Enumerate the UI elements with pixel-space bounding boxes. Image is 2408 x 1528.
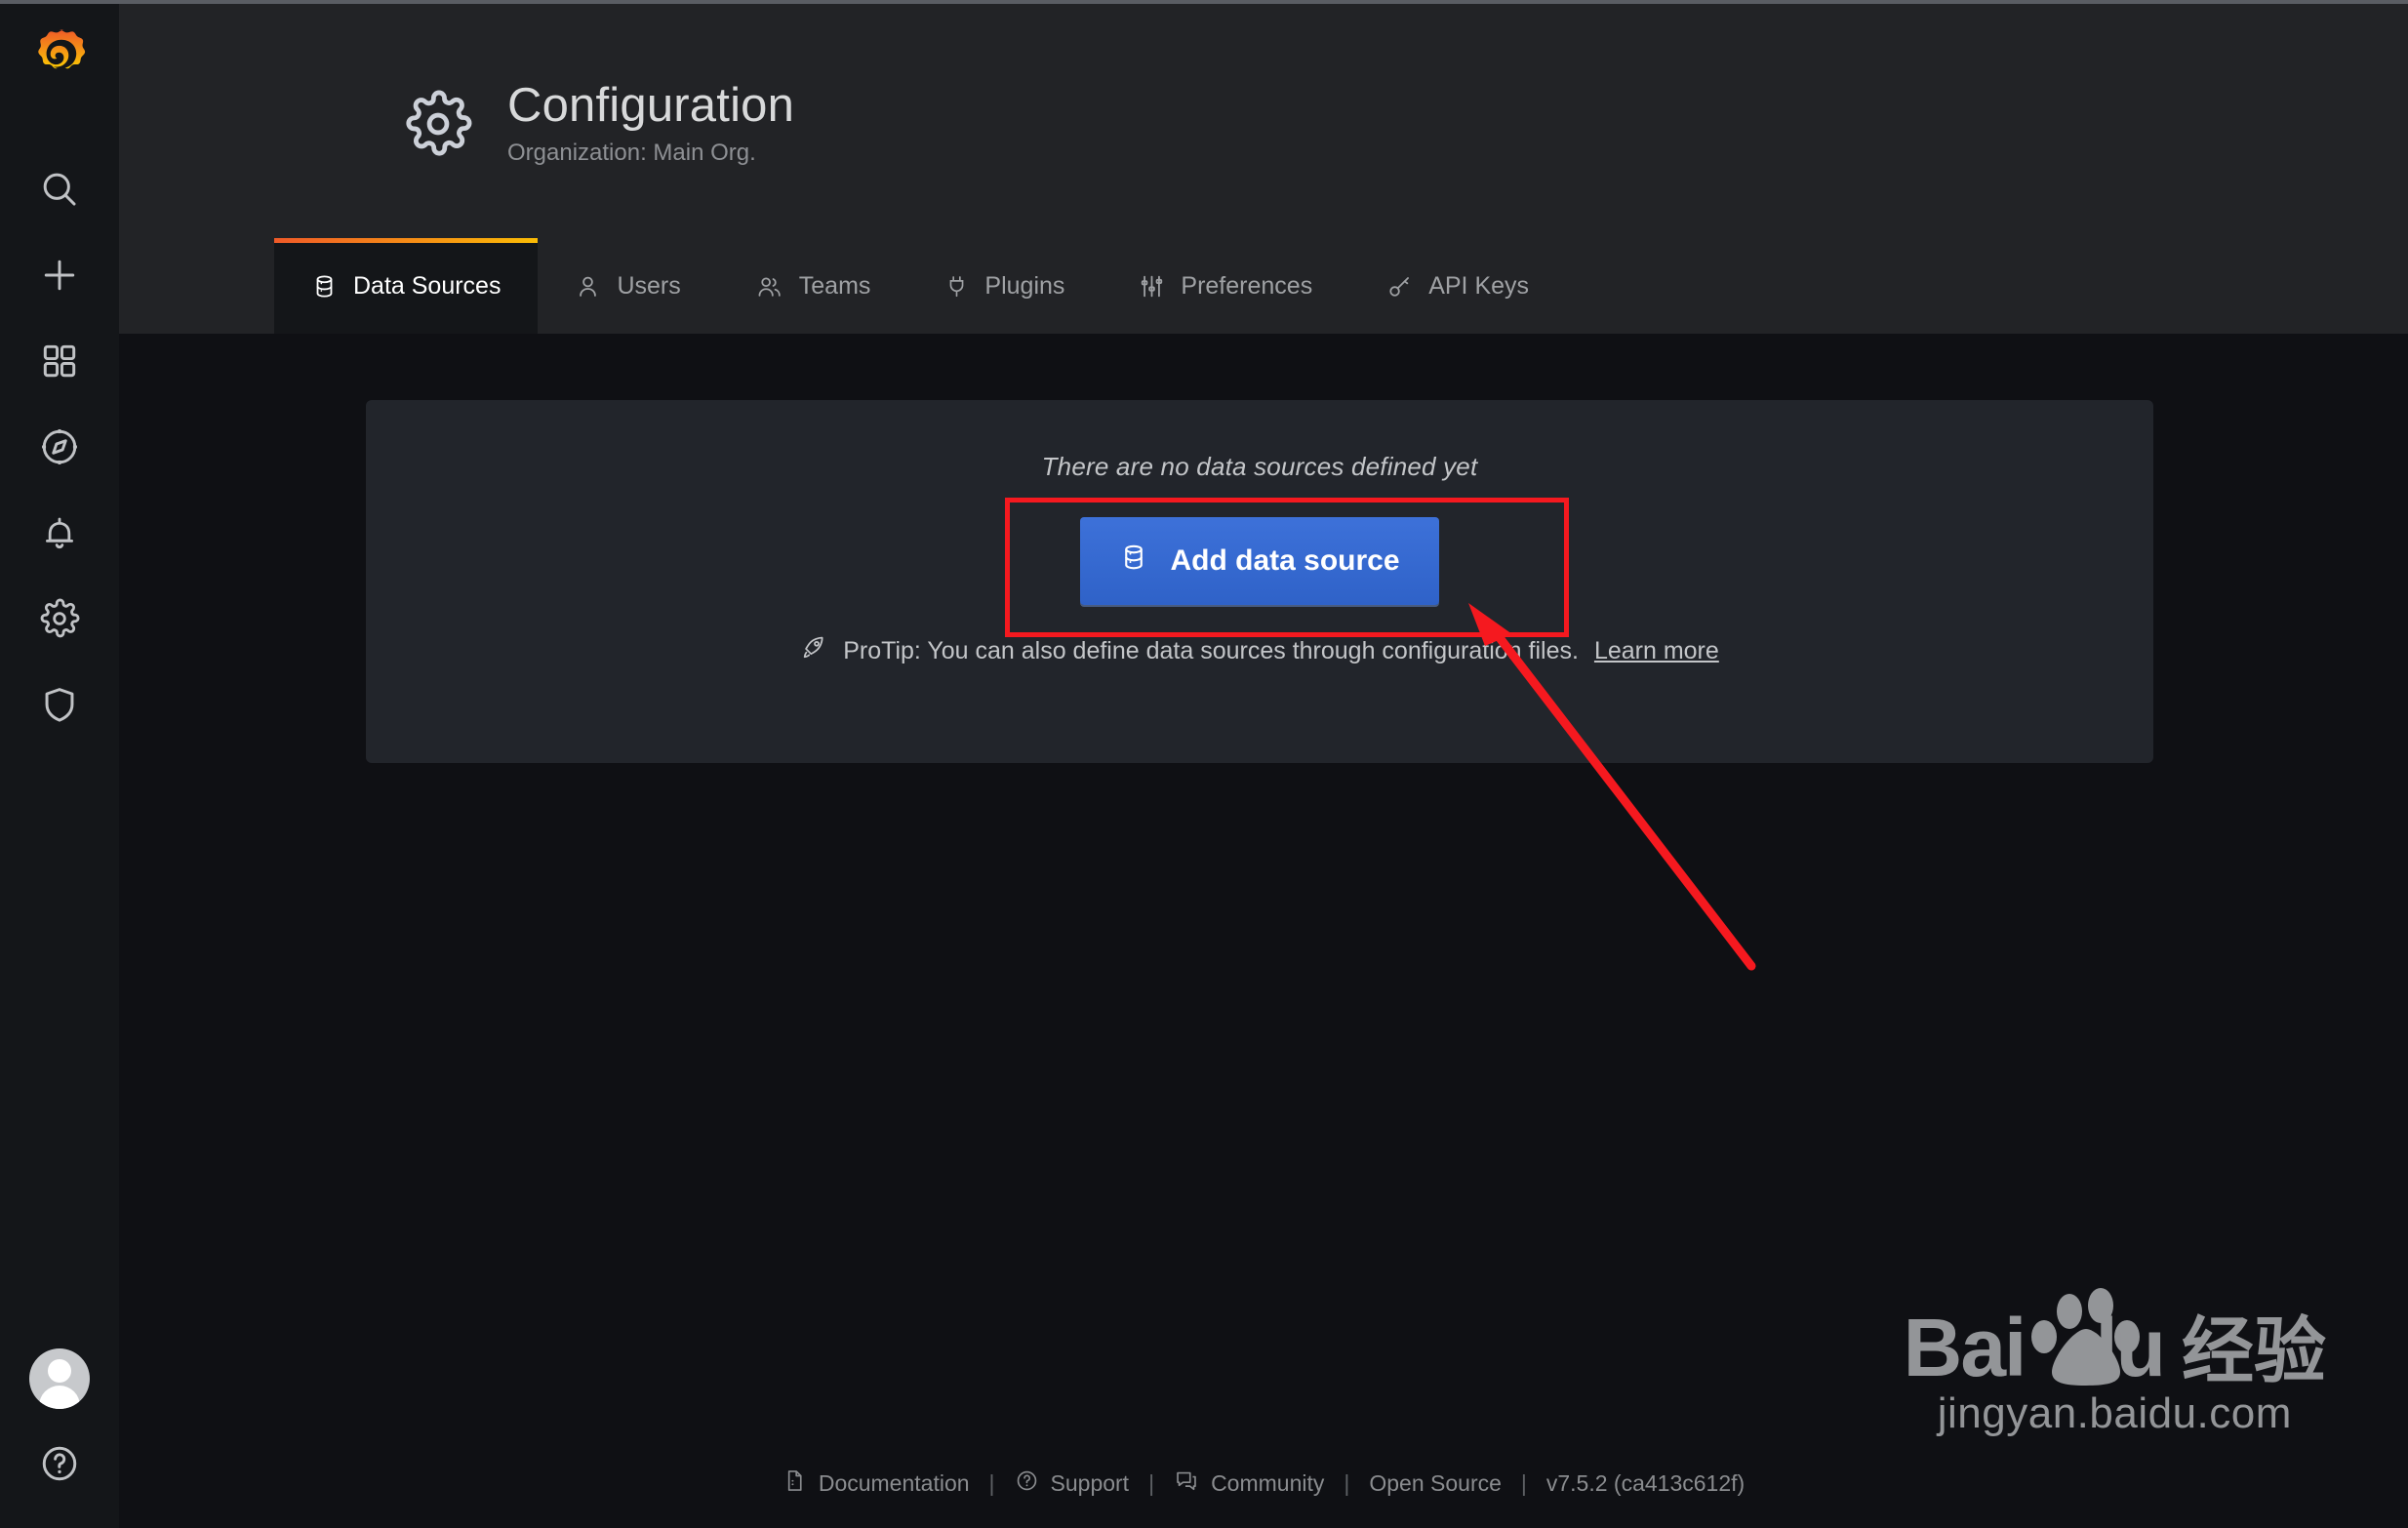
- page-subtitle: Organization: Main Org.: [507, 139, 756, 166]
- users-alt-icon: [755, 273, 783, 300]
- footer-link-label: Support: [1050, 1470, 1130, 1496]
- grafana-logo[interactable]: [28, 25, 91, 88]
- page-footer: Documentation | Support | Community | Op…: [119, 1468, 2408, 1499]
- add-data-source-label: Add data source: [1170, 544, 1400, 577]
- footer-link-community[interactable]: Community: [1158, 1468, 1340, 1499]
- gear-icon: [402, 88, 474, 160]
- key-icon: [1386, 273, 1413, 300]
- sidebar-item-explore[interactable]: [0, 404, 119, 490]
- tab-label: Users: [617, 271, 681, 300]
- sidebar-item-server-admin[interactable]: [0, 662, 119, 747]
- footer-separator: |: [1344, 1470, 1350, 1496]
- main-content: There are no data sources defined yet Ad…: [119, 334, 2408, 1528]
- footer-link-label: Open Source: [1369, 1470, 1502, 1496]
- page-header: Configuration Organization: Main Org. Da…: [119, 4, 2408, 334]
- question-circle-icon[interactable]: [32, 1436, 87, 1491]
- sidebar-nav-list: [0, 146, 119, 747]
- footer-link-documentation[interactable]: Documentation: [767, 1468, 985, 1499]
- protip-learn-more-link[interactable]: Learn more: [1594, 637, 1719, 665]
- sidebar-item-alerting[interactable]: [0, 490, 119, 576]
- footer-link-support[interactable]: Support: [999, 1468, 1145, 1499]
- tab-plugins[interactable]: Plugins: [907, 238, 1102, 334]
- grafana-app-window: Configuration Organization: Main Org. Da…: [0, 0, 2408, 1528]
- sidebar-bottom-section: [29, 1348, 90, 1528]
- database-icon: [311, 273, 338, 300]
- tab-label: API Keys: [1428, 271, 1530, 300]
- footer-link-label: Documentation: [818, 1470, 970, 1496]
- add-data-source-button[interactable]: Add data source: [1080, 517, 1439, 605]
- plug-icon: [944, 273, 969, 300]
- rocket-icon: [800, 634, 827, 668]
- data-sources-empty-panel: There are no data sources defined yet Ad…: [366, 400, 2153, 763]
- tab-label: Teams: [798, 271, 871, 300]
- tab-preferences[interactable]: Preferences: [1102, 238, 1349, 334]
- sliders-icon: [1139, 273, 1165, 300]
- left-sidebar: [0, 4, 119, 1528]
- sidebar-item-configuration[interactable]: [0, 576, 119, 662]
- page-title: Configuration: [507, 79, 795, 132]
- user-icon: [575, 273, 601, 300]
- footer-separator: |: [1520, 1470, 1527, 1496]
- tab-label: Plugins: [984, 271, 1065, 300]
- tab-label: Preferences: [1181, 271, 1313, 300]
- tab-teams[interactable]: Teams: [718, 238, 908, 334]
- empty-state-message: There are no data sources defined yet: [1041, 452, 1478, 481]
- tab-users[interactable]: Users: [538, 238, 717, 334]
- document-icon: [783, 1468, 807, 1499]
- avatar[interactable]: [29, 1348, 90, 1409]
- footer-link-open-source[interactable]: Open Source: [1353, 1470, 1517, 1497]
- config-tab-bar: Data Sources Users Teams Plugins Prefere…: [274, 238, 1566, 334]
- grafana-version: v7.5.2 (ca413c612f): [1545, 1470, 1746, 1496]
- sidebar-item-search[interactable]: [0, 146, 119, 232]
- tab-data-sources[interactable]: Data Sources: [274, 238, 539, 334]
- sidebar-item-create[interactable]: [0, 232, 119, 318]
- sidebar-item-dashboards[interactable]: [0, 318, 119, 404]
- question-circle-icon: [1015, 1468, 1039, 1499]
- tab-label: Data Sources: [353, 271, 502, 300]
- comments-icon: [1174, 1468, 1199, 1499]
- protip-row: ProTip: You can also define data sources…: [800, 634, 1719, 668]
- page-shell: Configuration Organization: Main Org. Da…: [119, 4, 2408, 1528]
- footer-separator: |: [988, 1470, 995, 1496]
- protip-text: ProTip: You can also define data sources…: [843, 637, 1579, 664]
- database-icon: [1119, 543, 1148, 580]
- footer-link-label: Community: [1211, 1470, 1325, 1496]
- footer-separator: |: [1148, 1470, 1155, 1496]
- tab-api-keys[interactable]: API Keys: [1349, 238, 1566, 334]
